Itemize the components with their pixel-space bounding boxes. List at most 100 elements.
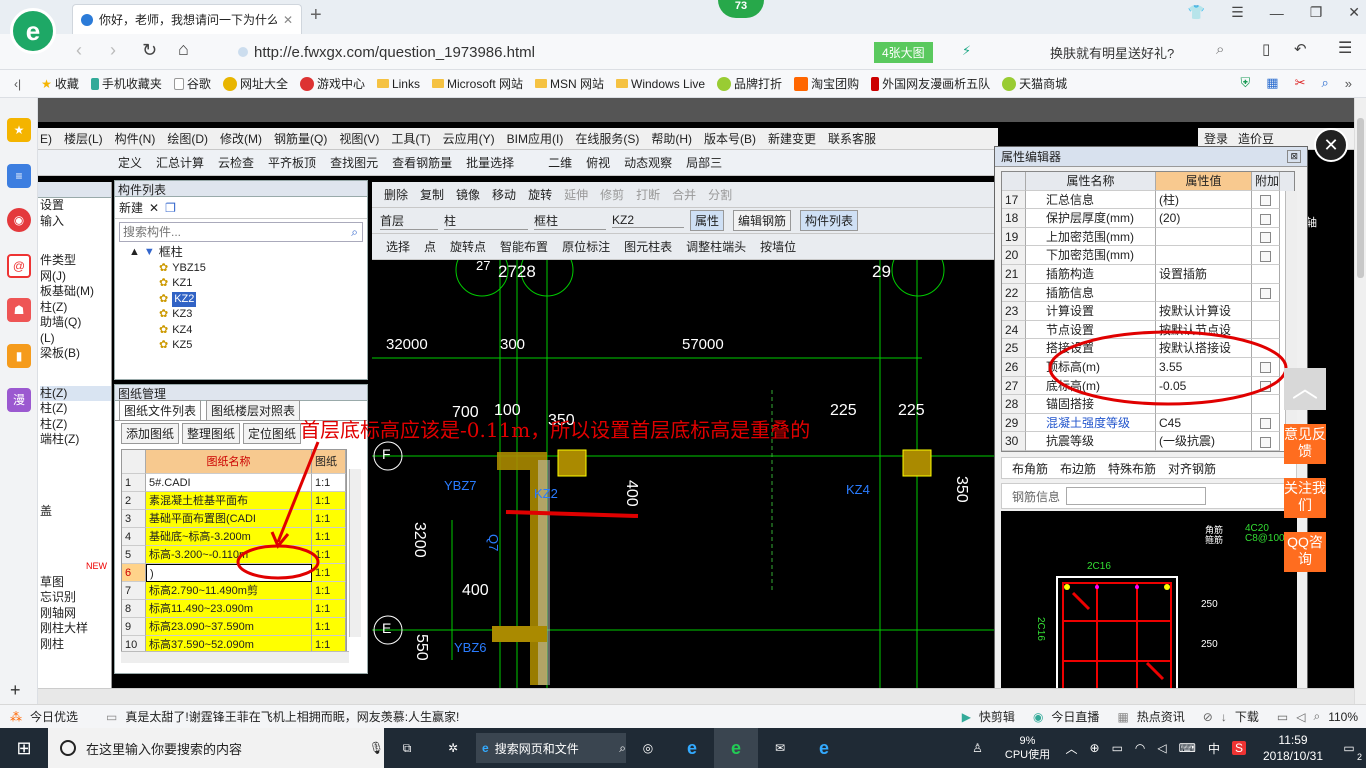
tray-expand-icon[interactable]: ︿: [1066, 740, 1078, 757]
today-live[interactable]: 今日直播: [1051, 708, 1099, 725]
bolt-icon[interactable]: ⚡: [962, 43, 971, 59]
taskbar-browser-search[interactable]: e 搜索网页和文件 ⌕: [476, 733, 626, 763]
chrome-app-icon[interactable]: ◎: [626, 728, 670, 768]
add-panel-icon[interactable]: +: [10, 680, 21, 701]
notification-icon: ▭: [1343, 741, 1355, 755]
ime-indicator[interactable]: 中: [1208, 740, 1220, 757]
notification-count: 2: [1356, 752, 1362, 762]
new-tab-button[interactable]: +: [310, 4, 322, 27]
fav-item-2[interactable]: 谷歌: [173, 75, 211, 92]
fav-item-0[interactable]: ★ 收藏: [41, 75, 79, 92]
fav-item-8[interactable]: Windows Live: [616, 77, 705, 91]
menu-icon[interactable]: ☰: [1231, 4, 1244, 21]
weibo-icon[interactable]: ◉: [7, 208, 31, 232]
ie-app-icon[interactable]: e: [670, 728, 714, 768]
edge-app-icon[interactable]: e: [802, 728, 846, 768]
fav-item-4[interactable]: 游戏中心: [299, 75, 365, 92]
comic-icon[interactable]: 漫: [7, 388, 31, 412]
game-icon[interactable]: ☗: [7, 298, 31, 322]
url-text[interactable]: http://e.fwxgx.com/question_1973986.html: [254, 44, 535, 61]
page-vscroll[interactable]: [1354, 98, 1366, 704]
microphone-icon[interactable]: 🎙: [369, 741, 384, 755]
back-icon[interactable]: ‹: [76, 40, 82, 61]
shield-icon[interactable]: ⛨: [1241, 75, 1251, 91]
task-view-icon[interactable]: ⧉: [384, 728, 430, 768]
live-icon: ◉: [1032, 709, 1044, 724]
news-ticker[interactable]: 真是太甜了!谢霆锋王菲在飞机上相拥而眠，网友羡慕:人生赢家!: [125, 708, 953, 725]
tray-app-icon[interactable]: ⊕: [1090, 741, 1100, 755]
battery-icon[interactable]: ▭: [1112, 741, 1123, 755]
follow-us-button[interactable]: 关注我们: [1284, 478, 1326, 518]
more-icon[interactable]: ☰: [1338, 38, 1352, 58]
overlay-close-button[interactable]: ✕: [1314, 128, 1348, 162]
tab-close-icon[interactable]: ✕: [283, 13, 293, 27]
download[interactable]: 下载: [1235, 708, 1259, 725]
hot-news-icon: ▦: [1117, 709, 1129, 724]
360-browser-icon[interactable]: e: [714, 728, 758, 768]
zoom-icon[interactable]: ⌕: [1313, 709, 1320, 724]
browser-logo-icon[interactable]: e: [10, 8, 56, 54]
fan-app-icon[interactable]: ✲: [430, 728, 476, 768]
favbar-collapse-icon[interactable]: ‹|: [14, 77, 21, 91]
image-count-badge[interactable]: 4张大图: [874, 42, 933, 63]
keyboard-icon[interactable]: ⌨: [1179, 741, 1196, 755]
reader-icon[interactable]: ≡: [7, 164, 31, 188]
cpu-meter[interactable]: 9% CPU使用: [998, 734, 1058, 762]
browser-tab-bar: e 你好，老师，我想请问一下为什么 ✕ + 73 👕 ☰ — ❐ ✕: [0, 0, 1366, 54]
mute-icon[interactable]: ◁: [1296, 710, 1305, 724]
fav-item-6[interactable]: Microsoft 网站: [431, 75, 523, 92]
fav-item-3[interactable]: 网址大全: [222, 75, 288, 92]
phone-icon[interactable]: ▯: [1262, 40, 1270, 58]
fav-item-11[interactable]: 外国网友漫画析五队: [871, 75, 990, 92]
page-hscroll[interactable]: [38, 688, 1354, 704]
maximize-icon[interactable]: ❐: [1310, 4, 1323, 21]
fav-item-12[interactable]: 天猫商城: [1002, 75, 1067, 92]
quick-clip[interactable]: 快剪辑: [979, 708, 1015, 725]
fav-item-10[interactable]: 淘宝团购: [794, 75, 859, 92]
book-icon[interactable]: ▮: [7, 344, 31, 368]
qq-consult-button[interactable]: QQ咨询: [1284, 532, 1326, 572]
favorites-star-icon[interactable]: ★: [7, 118, 31, 142]
search-icon[interactable]: ⌕: [1216, 41, 1224, 58]
scissors-icon[interactable]: ✂: [1295, 75, 1306, 91]
close-window-icon[interactable]: ✕: [1348, 4, 1360, 21]
people-icon[interactable]: ♙: [958, 728, 998, 768]
news-icon: ▭: [106, 709, 118, 724]
notification-center[interactable]: ▭ 2: [1332, 728, 1366, 768]
zoom-level[interactable]: 110%: [1328, 710, 1358, 724]
notification-badge[interactable]: 73: [718, 0, 764, 18]
accel-icon[interactable]: ⊘: [1203, 710, 1213, 724]
wifi-icon[interactable]: ◠: [1135, 741, 1145, 755]
taskbar-search-box[interactable]: 在这里输入你要搜索的内容 🎙: [48, 728, 384, 768]
grid-icon[interactable]: ▦: [1266, 75, 1278, 91]
undo-icon[interactable]: ↶: [1294, 40, 1307, 58]
window-icon[interactable]: ▭: [1277, 710, 1288, 724]
clock[interactable]: 11:59 2018/10/31: [1254, 732, 1332, 764]
taskbar-search-text: 在这里输入你要搜索的内容: [86, 741, 243, 757]
hot-news[interactable]: 热点资讯: [1137, 708, 1185, 725]
home-icon[interactable]: ⌂: [178, 39, 189, 60]
fav-item-1[interactable]: 手机收藏夹: [90, 75, 162, 92]
today-pick-label[interactable]: 今日优选: [30, 708, 78, 725]
volume-icon[interactable]: ◁: [1157, 741, 1166, 755]
minimize-icon[interactable]: —: [1270, 5, 1284, 21]
fav-item-7[interactable]: MSN 网站: [535, 75, 604, 92]
favbar-more-icon[interactable]: »: [1345, 76, 1352, 91]
browser-tab[interactable]: 你好，老师，我想请问一下为什么 ✕: [72, 4, 302, 34]
back-to-top-button[interactable]: ︿: [1284, 368, 1326, 410]
search-suggestion[interactable]: 换肤就有明星送好礼?: [1050, 43, 1174, 62]
refresh-icon[interactable]: ↻: [142, 40, 157, 61]
fav-item-9[interactable]: 品牌打折: [717, 75, 782, 92]
find-icon[interactable]: ⌕: [1321, 75, 1328, 91]
mail-icon[interactable]: @: [7, 254, 31, 278]
sogou-icon[interactable]: S: [1231, 741, 1246, 755]
quick-clip-icon: ▶: [961, 709, 971, 724]
address-bar[interactable]: http://e.fwxgx.com/question_1973986.html: [230, 38, 870, 66]
start-button[interactable]: ⊞: [0, 728, 48, 768]
cortana-icon: [60, 740, 76, 756]
mail-app-icon[interactable]: ✉: [758, 728, 802, 768]
skin-icon[interactable]: 👕: [1188, 4, 1205, 21]
forward-icon[interactable]: ›: [110, 40, 116, 61]
feedback-button[interactable]: 意见反馈: [1284, 424, 1326, 464]
fav-item-5[interactable]: Links: [376, 77, 420, 91]
